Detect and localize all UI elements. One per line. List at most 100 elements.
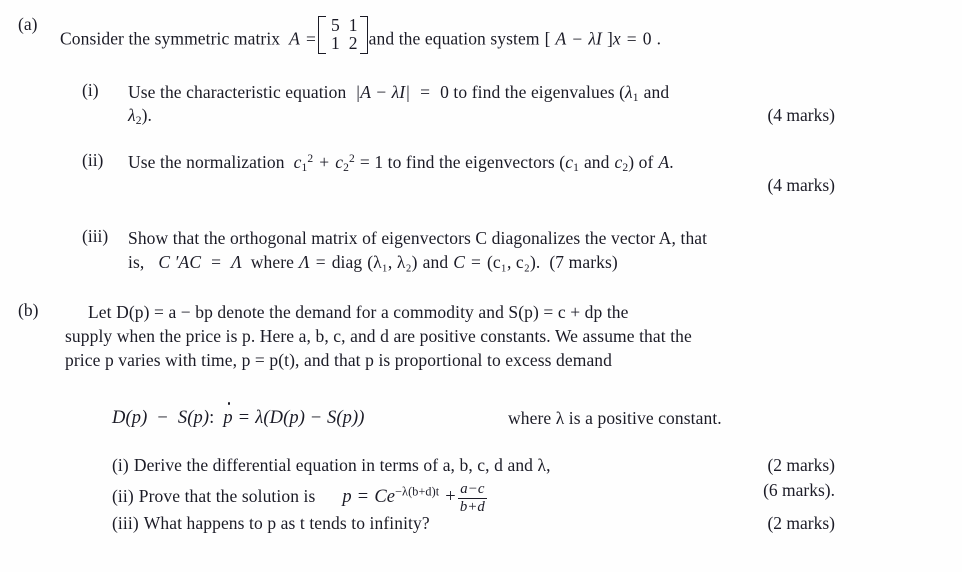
item-a-i-text-b: 0 to find the eigenvalues ( xyxy=(440,82,626,102)
equation-D: D xyxy=(112,408,126,428)
item-a-iii-line1: Show that the orthogonal matrix of eigen… xyxy=(128,228,708,248)
system-zero: 0 xyxy=(642,28,652,49)
item-a-iii-eq3: = xyxy=(470,252,481,272)
item-a-i-line2: λ2). xyxy=(128,105,152,127)
equation-rhs: (D(p) − S(p)) xyxy=(263,408,365,428)
item-a-ii-marks: (4 marks) xyxy=(767,175,835,195)
fraction-denominator: b+d xyxy=(457,498,487,516)
equation-p-arg-1: (p) xyxy=(125,408,148,428)
equation-minus: − xyxy=(157,408,168,428)
system-lambda: λ xyxy=(588,28,597,49)
matrix-variable-A: A xyxy=(289,28,300,49)
cc1-symbol: c xyxy=(565,152,574,172)
item-b-i-numeral: (i) xyxy=(112,455,129,475)
matrix-bracket-right xyxy=(359,16,368,54)
solution-formula: p = Ce−λ(b+d)t + a−c b+d xyxy=(342,481,488,515)
item-a-i-text-tail: ). xyxy=(141,105,152,125)
formula-fraction: a−c b+d xyxy=(457,481,487,516)
system-identity: I xyxy=(596,28,602,49)
c1-symbol: c xyxy=(293,152,302,172)
item-a-ii-numeral: (ii) xyxy=(82,150,104,170)
system-A: A xyxy=(555,28,567,49)
matrix-cell-r1c1: 2 xyxy=(348,32,358,53)
part-a-intro: Consider the symmetric matrix A = 5 1 1 2 and t… xyxy=(60,16,661,54)
part-a-label: (a) xyxy=(18,14,38,34)
item-b-iii-marks: (2 marks) xyxy=(767,513,835,533)
item-a-i-equals: = xyxy=(420,82,431,102)
diag-operator: diag xyxy=(331,252,363,272)
item-a-i-line1: Use the characteristic equation |A − λI| =… xyxy=(128,82,670,104)
matrix-C: C xyxy=(453,252,465,272)
matrix-cell-r1c0: 1 xyxy=(330,32,340,53)
part-a-intro-prefix: Consider the symmetric matrix xyxy=(60,28,281,49)
system-minus: − xyxy=(572,28,583,49)
matrix-A: 5112 xyxy=(317,16,368,54)
system-period: . xyxy=(656,28,662,49)
item-b-ii-numeral: (ii) xyxy=(112,486,134,507)
diag-arguments: (λ₁, λ₂) xyxy=(367,252,418,272)
part-b-line3: price p varies with time, p = p(t), and … xyxy=(65,350,613,370)
capital-lambda-1: Λ xyxy=(231,252,242,272)
item-b-ii-line: (ii) Prove that the solution is p = Ce−λ(b+d… xyxy=(112,480,488,515)
item-a-ii-A: A xyxy=(658,152,670,172)
part-b-line2: supply when the price is p. Here a, b, c… xyxy=(65,326,692,346)
document-page: (a) Consider the symmetric matrix A = 5 1 1 2 a… xyxy=(0,0,962,572)
item-a-iii-marks: (7 marks) xyxy=(549,252,618,272)
item-b-iii-numeral: (iii) xyxy=(112,513,139,533)
item-a-iii-is: is, xyxy=(128,252,145,272)
item-b-iii-line: (iii) What happens to p as t tends to inf… xyxy=(112,513,430,533)
item-b-ii-marks: (6 marks). xyxy=(763,480,835,500)
matrix-C-arguments: (c₁, c₂). xyxy=(486,252,541,272)
c2-symbol: c xyxy=(335,152,344,172)
item-b-iii-text: What happens to p as t tends to infinity… xyxy=(143,513,430,533)
system-bracket-open: [ xyxy=(544,28,551,49)
formula-equals: = xyxy=(357,487,369,508)
item-b-i-line: (i) Derive the differential equation in t… xyxy=(112,455,551,475)
item-a-i-numeral: (i) xyxy=(82,80,99,100)
cc1-subscript: 1 xyxy=(573,162,579,174)
item-a-i-text-a: Use the characteristic equation xyxy=(128,82,347,102)
equation-p-arg-2: (p) xyxy=(187,408,210,428)
item-a-iii-and: and xyxy=(422,252,449,272)
fraction-numerator: a−c xyxy=(460,481,485,498)
item-a-i-marks: (4 marks) xyxy=(767,105,835,125)
item-a-iii-line2: is, C ′AC = Λwhere Λ = diag (λ₁, λ₂) and C = (c₁, c… xyxy=(128,252,618,272)
c1-superscript: 2 xyxy=(307,153,314,165)
p-dot-symbol: p xyxy=(223,402,233,428)
formula-plus: + xyxy=(445,487,456,508)
determinant-expression: |A − λI| xyxy=(355,82,411,102)
item-a-iii-where: where xyxy=(250,252,295,272)
item-a-ii-text-b: = 1 to find the eigenvectors ( xyxy=(359,152,566,172)
formula-e: e xyxy=(386,487,396,508)
item-a-iii-numeral: (iii) xyxy=(82,226,109,246)
system-x: x xyxy=(612,28,621,49)
capital-lambda-2: Λ xyxy=(299,252,310,272)
equals-sign: = xyxy=(305,28,316,49)
equation-equals: = xyxy=(238,408,250,428)
lambda-1-subscript: 1 xyxy=(632,92,639,104)
item-a-ii-and: and xyxy=(583,152,610,172)
system-equals: = xyxy=(626,28,637,49)
item-a-ii-period: . xyxy=(669,152,674,172)
item-a-i-text-c: and xyxy=(643,82,670,102)
item-b-ii-text: Prove that the solution is xyxy=(138,486,316,507)
formula-p: p xyxy=(342,487,352,508)
item-b-i-marks: (2 marks) xyxy=(767,455,835,475)
item-a-ii-text-tail: ) of xyxy=(628,152,654,172)
lambda-2-symbol: λ xyxy=(128,105,136,125)
part-b-label: (b) xyxy=(18,300,39,320)
item-a-iii-eq1: = xyxy=(211,252,222,272)
item-a-iii-eq2: = xyxy=(315,252,326,272)
item-a-ii-text-a: Use the normalization xyxy=(128,152,285,172)
formula-C: C xyxy=(374,487,387,508)
equation-S: S xyxy=(177,408,188,428)
c2-superscript: 2 xyxy=(349,153,355,165)
part-b-line1: Let D(p) = a − bp denote the demand for … xyxy=(88,302,629,322)
lambda-1-symbol: λ xyxy=(625,82,633,102)
matrix-bracket-left xyxy=(317,16,326,54)
part-b-equation-note: where λ is a positive constant. xyxy=(508,408,722,428)
part-b-equation: D(p) − S(p): p = λ(D(p) − S(p)) xyxy=(112,402,365,429)
item-a-ii-line1: Use the normalization c12 + c22 = 1 to find … xyxy=(128,152,674,174)
part-a-intro-suffix: and the equation system xyxy=(368,28,540,49)
plus-sign: + xyxy=(319,152,330,172)
